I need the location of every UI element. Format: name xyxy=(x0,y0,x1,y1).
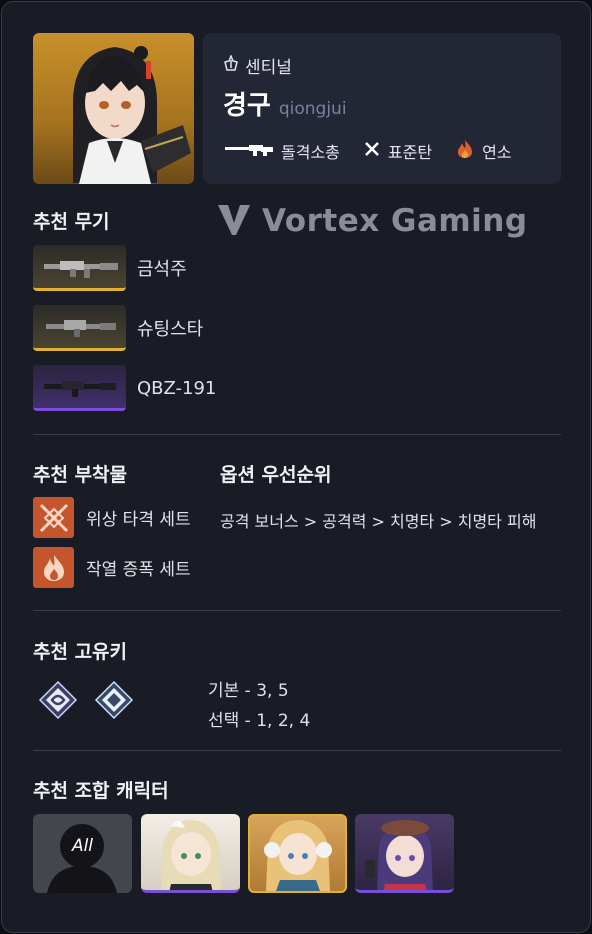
character-info-panel: 센티널 경구 qiongjui 돌격소총 표준탄 연소 xyxy=(203,33,561,184)
tag-ammo-label: 표준탄 xyxy=(387,143,433,162)
weapon-thumbnail xyxy=(33,305,126,351)
team-character-2[interactable] xyxy=(248,814,347,893)
tag-element: 연소 xyxy=(456,139,512,163)
brand-watermark: Vortex Gaming xyxy=(216,201,528,241)
attachment-label: 위상 타격 세트 xyxy=(86,510,191,530)
divider xyxy=(33,750,561,751)
weapons-title: 추천 무기 xyxy=(33,211,110,233)
character-portrait xyxy=(33,33,194,184)
team-character-3[interactable] xyxy=(355,814,454,893)
divider xyxy=(33,610,561,611)
attachments-title: 추천 부착물 xyxy=(33,464,128,486)
vortex-logo-icon xyxy=(216,201,252,241)
unique-key-icon xyxy=(38,680,78,720)
name-row: 경구 qiongjui xyxy=(223,85,347,122)
rifle-icon xyxy=(225,141,273,161)
keys-title: 추천 고유키 xyxy=(33,641,128,663)
class-label: 센티널 xyxy=(245,58,292,78)
weapon-thumbnail xyxy=(33,365,126,411)
team-slot-all[interactable]: All xyxy=(33,814,132,893)
tag-weapon-type-label: 돌격소총 xyxy=(281,143,340,162)
weapon-item-3[interactable]: QBZ-191 xyxy=(33,365,216,411)
sentinel-class-icon xyxy=(223,53,239,76)
weapon-label: 슈팅스타 xyxy=(137,319,204,340)
tag-ammo: 표준탄 xyxy=(364,139,432,163)
weapon-item-1[interactable]: 금석주 xyxy=(33,245,187,291)
attachment-item-2[interactable]: 작열 증폭 세트 xyxy=(33,547,191,588)
weapon-label: 금석주 xyxy=(137,259,187,280)
weapon-thumbnail xyxy=(33,245,126,291)
unique-key-icon xyxy=(94,680,134,720)
weapon-label: QBZ-191 xyxy=(137,377,217,399)
team-character-1[interactable] xyxy=(141,814,240,893)
fire-icon xyxy=(456,139,474,163)
character-name: 경구 xyxy=(223,91,271,121)
divider xyxy=(33,434,561,435)
attachment-item-1[interactable]: 위상 타격 세트 xyxy=(33,497,191,538)
key-select-text: 선택 - 1, 2, 4 xyxy=(208,711,311,731)
key-basic-text: 기본 - 3, 5 xyxy=(208,681,289,701)
phase-strike-icon xyxy=(33,497,74,538)
class-row: 센티널 xyxy=(223,53,292,78)
watermark-text: Vortex Gaming xyxy=(262,203,528,239)
flame-burst-icon xyxy=(33,547,74,588)
character-card: 센티널 경구 qiongjui 돌격소총 표준탄 연소 Vortex Gamin… xyxy=(1,1,591,933)
attachment-label: 작열 증폭 세트 xyxy=(86,560,191,580)
character-name-romanized: qiongjui xyxy=(278,99,347,119)
option-priority-text: 공격 보너스 > 공격력 > 치명타 > 치명타 피해 xyxy=(220,512,537,531)
standard-ammo-icon xyxy=(364,141,380,161)
tag-weapon-type: 돌격소총 xyxy=(225,139,340,163)
weapon-item-2[interactable]: 슈팅스타 xyxy=(33,305,203,351)
tags-row: 돌격소총 표준탄 연소 xyxy=(225,139,536,163)
team-title: 추천 조합 캐릭터 xyxy=(33,780,169,802)
team-all-label: All xyxy=(71,836,94,856)
options-title: 옵션 우선순위 xyxy=(220,464,332,486)
tag-element-label: 연소 xyxy=(482,143,512,162)
